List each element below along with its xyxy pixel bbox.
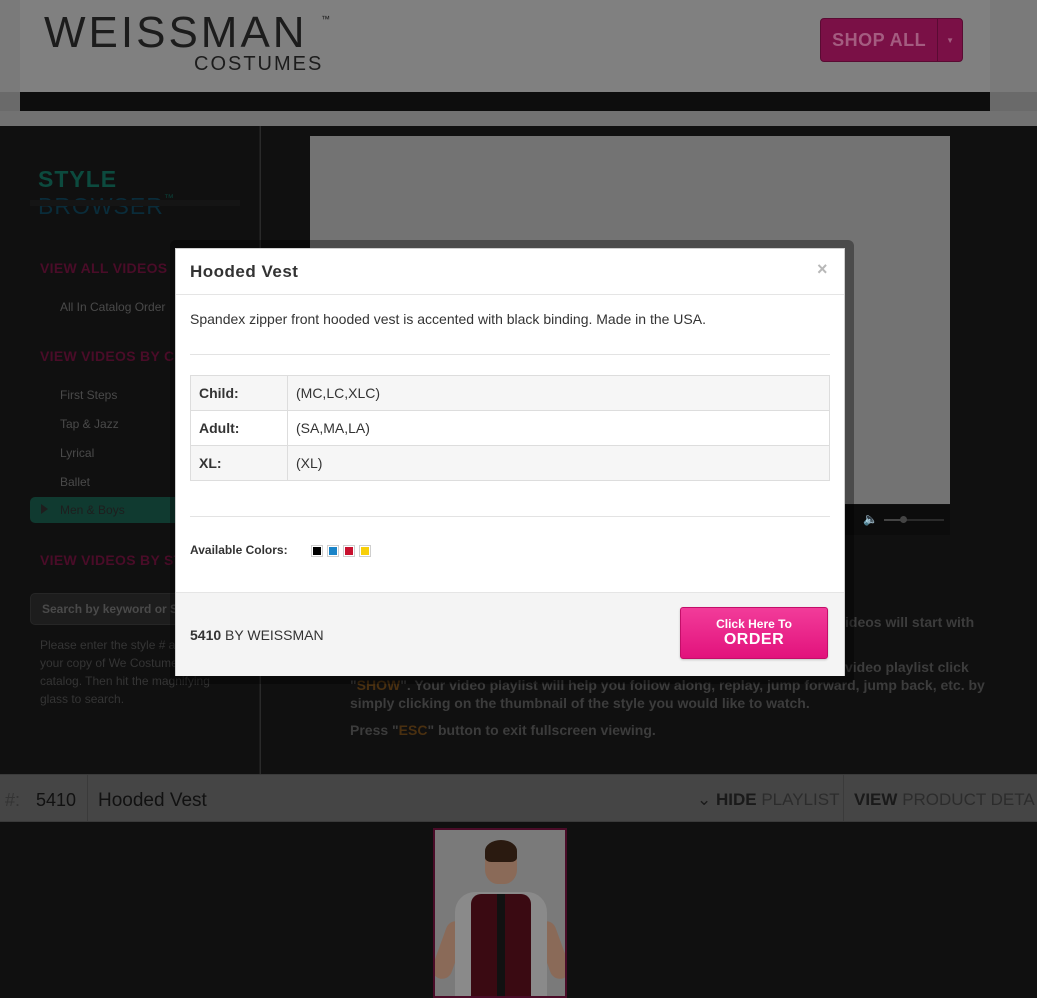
- thumbnail-figure-hair: [485, 840, 517, 862]
- divider: [87, 775, 88, 821]
- order-button[interactable]: Click Here To ORDER: [680, 607, 828, 659]
- logo-wordmark: WEISSMAN: [44, 8, 308, 57]
- exit-text: " button to exit fullscreen viewing.: [427, 722, 656, 738]
- brand-style: STYLE: [38, 166, 118, 192]
- size-label: XL:: [190, 445, 288, 481]
- view-label: VIEW: [854, 790, 898, 809]
- volume-icon[interactable]: 🔈: [863, 512, 878, 526]
- footer-brand: BY WEISSMAN: [225, 627, 324, 643]
- header-divider: [0, 111, 1037, 126]
- size-value: (MC,LC,XLC): [287, 375, 830, 411]
- hide-playlist-button[interactable]: ⌄ HIDE PLAYLIST: [697, 790, 839, 810]
- instruction-line-4: simply clicking on the thumbnail of the …: [350, 695, 810, 711]
- playlist-bar: #: 5410 Hooded Vest ⌄ HIDE PLAYLIST VIEW…: [0, 774, 1037, 822]
- color-swatch-red[interactable]: [343, 545, 355, 557]
- logo-underline: [30, 200, 240, 206]
- modal-header: Hooded Vest ×: [176, 249, 844, 295]
- order-button-line1: Click Here To: [716, 617, 792, 631]
- divider: [843, 775, 844, 821]
- color-swatch-yellow[interactable]: [359, 545, 371, 557]
- divider: [190, 516, 830, 517]
- footer-style-number: 5410: [190, 627, 222, 643]
- view-product-details-button[interactable]: VIEW PRODUCT DETA: [854, 790, 1035, 810]
- logo-trademark: ™: [321, 14, 330, 24]
- style-number-label: #:: [5, 790, 21, 810]
- instruction-line-2: video playlist click: [845, 659, 969, 675]
- table-row: XL: (XL): [190, 445, 830, 481]
- press-text: Press ": [350, 722, 399, 738]
- thumbnail-figure-zipper: [497, 894, 505, 996]
- order-button-line2: ORDER: [723, 631, 785, 648]
- chevron-down-icon: ⌄: [697, 790, 712, 809]
- product-modal: Hooded Vest × Spandex zipper front hoode…: [175, 248, 845, 676]
- view-all-videos-heading: VIEW ALL VIDEOS: [40, 260, 168, 276]
- sidebar-item-first-steps[interactable]: First Steps: [60, 388, 117, 402]
- sidebar-item-ballet[interactable]: Ballet: [60, 475, 90, 489]
- shop-all-label[interactable]: SHOP ALL: [821, 19, 937, 61]
- table-row: Child: (MC,LC,XLC): [190, 375, 830, 411]
- style-number: 5410: [36, 790, 77, 810]
- nav-bar: [20, 92, 990, 112]
- playlist-thumbnail[interactable]: [433, 828, 567, 998]
- product-description: Spandex zipper front hooded vest is acce…: [190, 311, 706, 327]
- weissman-logo[interactable]: WEISSMAN ™ COSTUMES: [44, 8, 344, 78]
- sidebar-item-all-in-catalog-order[interactable]: All In Catalog Order: [60, 300, 165, 314]
- play-arrow-icon: [41, 504, 48, 514]
- playlist-label: PLAYLIST: [761, 790, 840, 809]
- modal-title: Hooded Vest: [190, 262, 299, 281]
- caret-down-icon[interactable]: ▼: [937, 19, 962, 61]
- view-by-category-heading: VIEW VIDEOS BY CA: [40, 348, 185, 364]
- sidebar-item-lyrical[interactable]: Lyrical: [60, 446, 94, 460]
- size-value: (SA,MA,LA): [287, 410, 830, 446]
- style-name: Hooded Vest: [98, 790, 207, 811]
- size-label: Child:: [190, 375, 288, 411]
- color-swatch-blue[interactable]: [327, 545, 339, 557]
- instruction-line-1: ideos will start with: [845, 614, 975, 630]
- esc-keyword: ESC: [398, 722, 428, 738]
- instruction-line-5: Press "ESC" button to exit fullscreen vi…: [350, 721, 656, 739]
- logo-subtitle: COSTUMES: [194, 53, 324, 75]
- modal-footer: 5410 BY WEISSMAN Click Here To ORDER: [176, 592, 844, 676]
- divider: [190, 354, 830, 355]
- hide-label: HIDE: [715, 790, 757, 809]
- close-icon[interactable]: ×: [817, 259, 828, 280]
- volume-handle[interactable]: [900, 516, 907, 523]
- size-label: Adult:: [190, 410, 288, 446]
- table-row: Adult: (SA,MA,LA): [190, 410, 830, 446]
- product-details-label: PRODUCT DETA: [902, 790, 1035, 809]
- brand-browser: BROWSER: [38, 193, 164, 219]
- sidebar-item-label: Men & Boys: [60, 503, 125, 517]
- size-table: Child: (MC,LC,XLC) Adult: (SA,MA,LA) XL:…: [190, 375, 830, 481]
- shop-all-button[interactable]: SHOP ALL ▼: [820, 18, 963, 62]
- size-value: (XL): [287, 445, 830, 481]
- style-browser-logo: STYLE BROWSER™: [38, 166, 259, 220]
- available-colors-label: Available Colors:: [190, 543, 288, 557]
- color-swatch-black[interactable]: [311, 545, 323, 557]
- sidebar-item-tap-jazz[interactable]: Tap & Jazz: [60, 417, 119, 431]
- style-attribution: 5410 BY WEISSMAN: [190, 627, 324, 643]
